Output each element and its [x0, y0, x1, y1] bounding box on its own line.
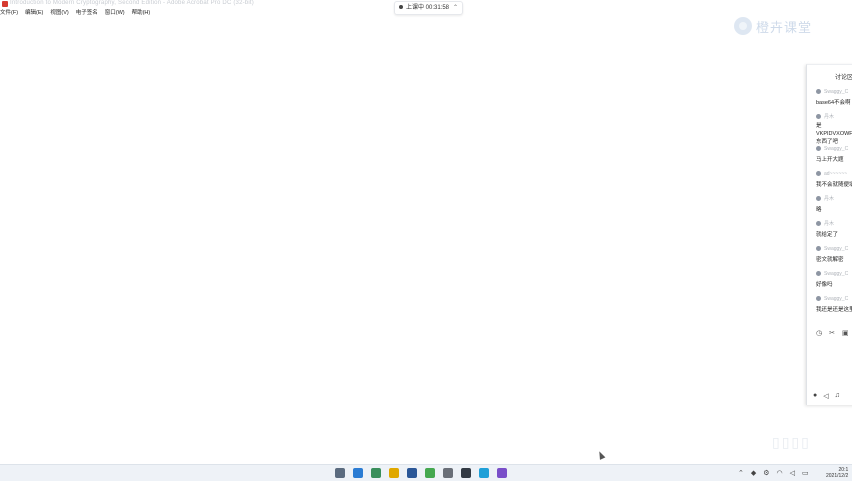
chat-text: 我不会就随便填: [816, 182, 852, 188]
taskbar-app-icon[interactable]: [371, 468, 381, 478]
chat-text: 是VKPIDVXOWFC东西了吧: [816, 123, 852, 145]
chat-text: 密文就解密: [816, 257, 844, 263]
chat-message: Swaggy_C base64不会啊: [816, 88, 852, 113]
watermark: 橙卉课堂: [734, 16, 812, 36]
record-dot-icon: [399, 5, 403, 10]
chat-message-list: Swaggy_C base64不会啊 丹木 是VKPIDVXOWFC东西了吧 S…: [816, 88, 852, 320]
menu-window[interactable]: 窗口(W): [105, 9, 125, 18]
chevron-up-icon[interactable]: ⌃: [453, 5, 458, 11]
tray-app-icon[interactable]: ◆: [751, 469, 756, 477]
taskbar-app-icon[interactable]: [407, 468, 417, 478]
avatar: [816, 196, 821, 201]
avatar: [816, 171, 821, 176]
chat-header: 讨论区: [834, 75, 852, 81]
chat-text: base64不会啊: [816, 100, 851, 106]
watermark-text: 橙卉课堂: [756, 19, 813, 35]
chat-username: Swaggy_C: [824, 270, 849, 277]
chat-message: Swaggy_C 我还是还是这里: [816, 295, 852, 320]
taskbar-apps: [335, 468, 507, 478]
chat-message: Swaggy_C 密文就解密: [816, 245, 852, 270]
taskbar-clock[interactable]: 20:1 2021/12/2: [826, 467, 848, 479]
chat-panel: 讨论区 Swaggy_C base64不会啊 丹木 是VKPIDVXOWFC东西…: [806, 64, 852, 405]
menu-bar: 文件(F) 编辑(E) 视图(V) 电子签名 窗口(W) 帮助(H): [0, 9, 150, 18]
menu-help[interactable]: 帮助(H): [132, 9, 151, 18]
taskbar-app-icon[interactable]: [425, 468, 435, 478]
window-title: Introduction to Modern Cryptography, Sec…: [10, 0, 254, 6]
chat-message: Swaggy_C 马上开大题: [816, 145, 852, 170]
chat-username: Swaggy_C: [824, 295, 849, 302]
watermark-logo-icon: [734, 17, 752, 35]
chat-message: Swaggy_C 好像吗: [816, 270, 852, 295]
taskbar-app-icon[interactable]: [497, 468, 507, 478]
taskbar-app-icon[interactable]: [479, 468, 489, 478]
taskbar: ⌃ ◆ ⚙ ◠ ◁ ▭ 20:1 2021/12/2: [0, 464, 852, 481]
chat-username: 丹木: [824, 196, 835, 202]
menu-view[interactable]: 视图(V): [50, 9, 68, 18]
chat-username: 丹木: [824, 221, 835, 227]
chat-username: Swaggy_C: [824, 245, 849, 252]
chat-text: 我还是还是这里: [816, 307, 852, 313]
battery-icon[interactable]: ▭: [802, 469, 809, 477]
chat-username: 丹木: [824, 114, 835, 120]
volume-icon[interactable]: ◁: [790, 469, 795, 477]
chat-message: 丹木 是VKPIDVXOWFC东西了吧: [816, 113, 852, 145]
chat-message: 丹木 略: [816, 195, 852, 220]
music-icon[interactable]: ♫: [835, 392, 840, 400]
avatar: [816, 146, 821, 151]
corner-decoration: ▯▯▯▯: [772, 434, 811, 450]
wifi-icon[interactable]: ◠: [777, 469, 783, 477]
chat-username: Swaggy_C: [824, 145, 849, 152]
speaker-icon[interactable]: ◁: [823, 392, 828, 400]
avatar: [816, 271, 821, 276]
chat-message: ad~~~~~~ 我不会就随便填: [816, 170, 852, 195]
taskbar-app-icon[interactable]: [389, 468, 399, 478]
avatar: [816, 114, 821, 119]
menu-file[interactable]: 文件(F): [0, 9, 18, 18]
recording-status-text: 上课中 00:31:58: [406, 5, 450, 11]
microphone-icon[interactable]: ●: [813, 392, 817, 400]
menu-edit[interactable]: 编辑(E): [25, 9, 43, 18]
system-tray: ⌃ ◆ ⚙ ◠ ◁ ▭: [738, 469, 809, 477]
recording-status-pill[interactable]: 上课中 00:31:58 ⌃: [394, 1, 464, 15]
taskbar-app-icon[interactable]: [461, 468, 471, 478]
avatar: [816, 296, 821, 301]
avatar: [816, 246, 821, 251]
clock-date: 2021/12/2: [826, 473, 849, 479]
chat-username: ad~~~~~~: [824, 170, 848, 177]
avatar: [816, 221, 821, 226]
start-menu-icon[interactable]: [335, 468, 345, 478]
taskbar-app-icon[interactable]: [353, 468, 363, 478]
history-icon[interactable]: ◷: [816, 329, 822, 337]
taskbar-app-icon[interactable]: [443, 468, 453, 478]
chat-message: 丹木 就给定了: [816, 220, 852, 245]
avatar: [816, 89, 821, 94]
chat-bottom-controls: ● ◁ ♫: [813, 392, 840, 400]
chat-text: 好像吗: [816, 282, 833, 288]
chat-text: 就给定了: [816, 232, 839, 238]
acrobat-icon: [2, 1, 8, 7]
menu-esign[interactable]: 电子签名: [76, 9, 98, 18]
mouse-cursor-icon: [596, 450, 606, 460]
chat-text: 马上开大题: [816, 157, 844, 163]
chat-toolbar: ◷ ✂ ▣: [816, 329, 849, 337]
chevron-up-icon[interactable]: ⌃: [738, 469, 744, 477]
chat-username: Swaggy_C: [824, 88, 849, 95]
tray-app-icon[interactable]: ⚙: [763, 469, 769, 477]
scissors-icon[interactable]: ✂: [829, 329, 835, 337]
chat-text: 略: [816, 207, 822, 213]
image-icon[interactable]: ▣: [842, 329, 849, 337]
